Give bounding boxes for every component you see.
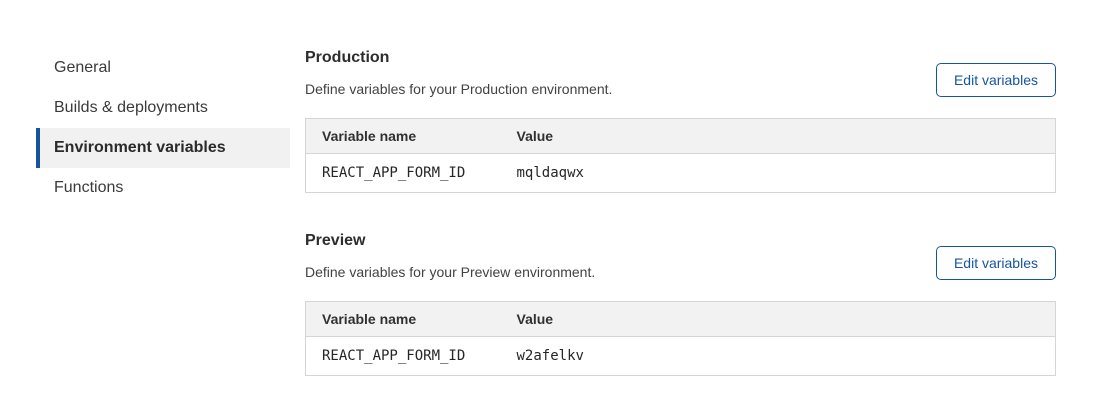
variable-value-cell: mqldaqwx bbox=[501, 154, 1056, 193]
sidebar-item-functions[interactable]: Functions bbox=[36, 168, 290, 208]
preview-edit-variables-button[interactable]: Edit variables bbox=[936, 246, 1056, 280]
table-header-row: Variable name Value bbox=[306, 302, 1056, 337]
table-row: REACT_APP_FORM_ID mqldaqwx bbox=[306, 154, 1056, 193]
preview-variables-table: Variable name Value REACT_APP_FORM_ID w2… bbox=[305, 301, 1056, 376]
table-header-row: Variable name Value bbox=[306, 119, 1056, 154]
column-header-variable-name: Variable name bbox=[306, 119, 501, 154]
environment-variables-settings-page: General Builds & deployments Environment… bbox=[0, 0, 1100, 420]
column-header-value: Value bbox=[501, 302, 1056, 337]
production-section: Production Define variables for your Pro… bbox=[305, 48, 1056, 193]
production-variables-table: Variable name Value REACT_APP_FORM_ID mq… bbox=[305, 118, 1056, 193]
sidebar-item-environment-variables[interactable]: Environment variables bbox=[36, 128, 290, 168]
sidebar-item-builds-deployments[interactable]: Builds & deployments bbox=[36, 88, 290, 128]
variable-name-cell: REACT_APP_FORM_ID bbox=[306, 154, 501, 193]
settings-sidebar: General Builds & deployments Environment… bbox=[36, 48, 290, 208]
sidebar-item-general[interactable]: General bbox=[36, 48, 290, 88]
settings-main-content: Production Define variables for your Pro… bbox=[305, 48, 1056, 376]
variable-value-cell: w2afelkv bbox=[501, 337, 1056, 376]
table-row: REACT_APP_FORM_ID w2afelkv bbox=[306, 337, 1056, 376]
variable-name-cell: REACT_APP_FORM_ID bbox=[306, 337, 501, 376]
preview-section: Preview Define variables for your Previe… bbox=[305, 231, 1056, 376]
column-header-variable-name: Variable name bbox=[306, 302, 501, 337]
production-edit-variables-button[interactable]: Edit variables bbox=[936, 63, 1056, 97]
column-header-value: Value bbox=[501, 119, 1056, 154]
